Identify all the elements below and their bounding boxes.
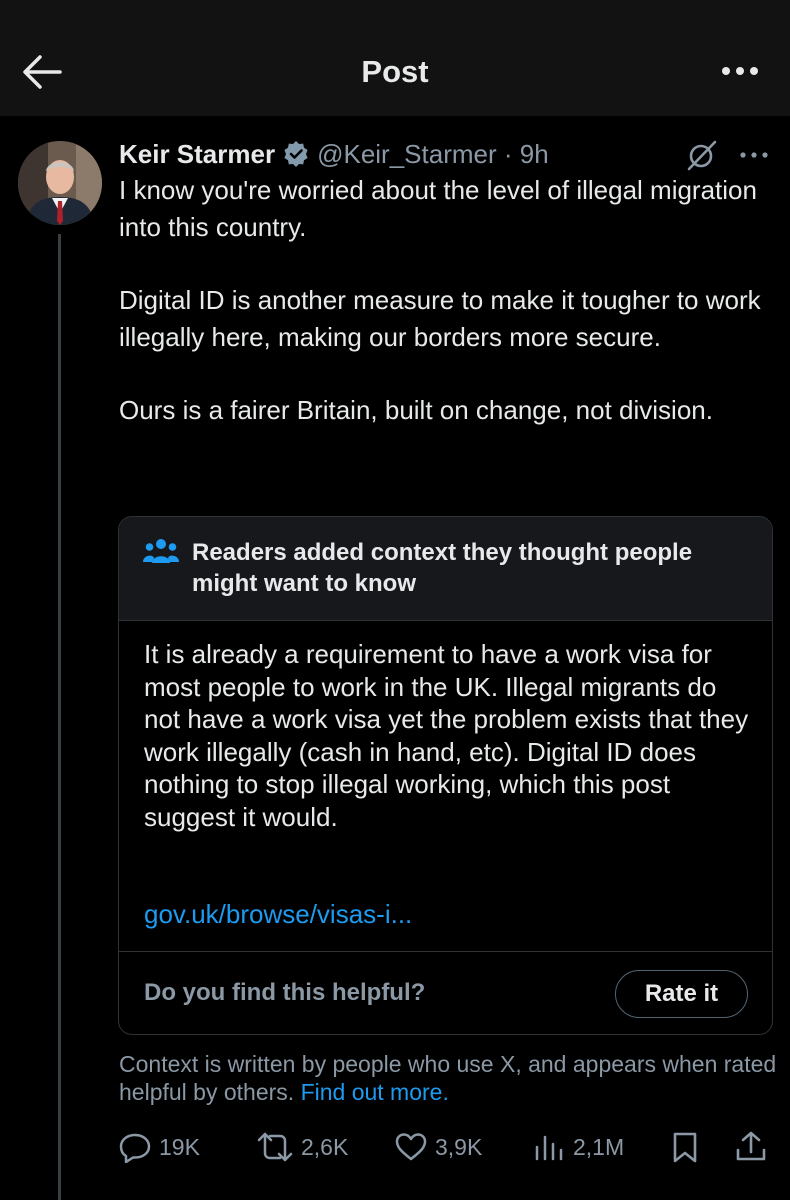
community-note-link[interactable]: gov.uk/browse/visas-i... [144,899,412,930]
avatar[interactable] [18,141,102,225]
views-button[interactable]: 2,1M [532,1125,624,1169]
bookmark-icon [673,1132,697,1163]
heart-icon [395,1133,427,1161]
more-horizontal-icon [722,67,758,75]
find-out-more-link[interactable]: Find out more. [301,1079,449,1105]
reply-button[interactable]: 19K [118,1125,200,1169]
like-count: 3,9K [435,1133,483,1160]
context-disclaimer: Context is written by people who use X, … [119,1050,779,1106]
community-note: Readers added context they thought peopl… [118,516,773,1035]
grok-button[interactable] [685,139,719,171]
more-horizontal-icon [740,152,768,158]
views-icon [535,1135,563,1161]
community-note-body: It is already a requirement to have a wo… [144,639,749,832]
post-text: I know you're worried about the level of… [119,172,779,465]
reply-count: 19K [159,1133,200,1160]
grok-icon [687,140,717,171]
people-icon [143,539,179,563]
repost-button[interactable]: 2,6K [256,1125,348,1169]
more-options-button[interactable] [718,56,762,86]
views-count: 2,1M [573,1133,625,1160]
share-icon [736,1131,766,1161]
author-handle-time: @Keir_Starmer · 9h [317,138,549,169]
post-paragraph: Ours is a fairer Britain, built on chang… [119,395,713,425]
post-paragraph: Digital ID is another measure to make it… [119,285,761,352]
page-title: Post [361,54,429,89]
community-note-header: Readers added context they thought peopl… [119,517,772,621]
thread-line [58,234,61,1200]
author-row: Keir Starmer @Keir_Starmer · 9h [119,136,549,172]
like-button[interactable]: 3,9K [394,1125,482,1169]
verified-badge-icon [284,141,308,167]
post-paragraph: I know you're worried about the level of… [119,175,757,242]
post-more-button[interactable] [738,143,770,167]
author-name[interactable]: Keir Starmer [119,139,275,170]
divider [119,951,772,952]
reply-icon [119,1133,151,1163]
action-bar: 19K 2,6K 3,9K 2,1M [118,1125,778,1169]
community-note-title: Readers added context they thought peopl… [192,539,693,597]
repost-icon [257,1132,293,1162]
repost-count: 2,6K [301,1133,349,1160]
rate-it-button[interactable]: Rate it [615,970,748,1018]
top-bar: Post [0,0,790,116]
share-button[interactable] [734,1125,768,1169]
bookmark-button[interactable] [670,1125,700,1169]
helpful-question: Do you find this helpful? [144,979,426,1006]
profile-photo [18,141,102,225]
